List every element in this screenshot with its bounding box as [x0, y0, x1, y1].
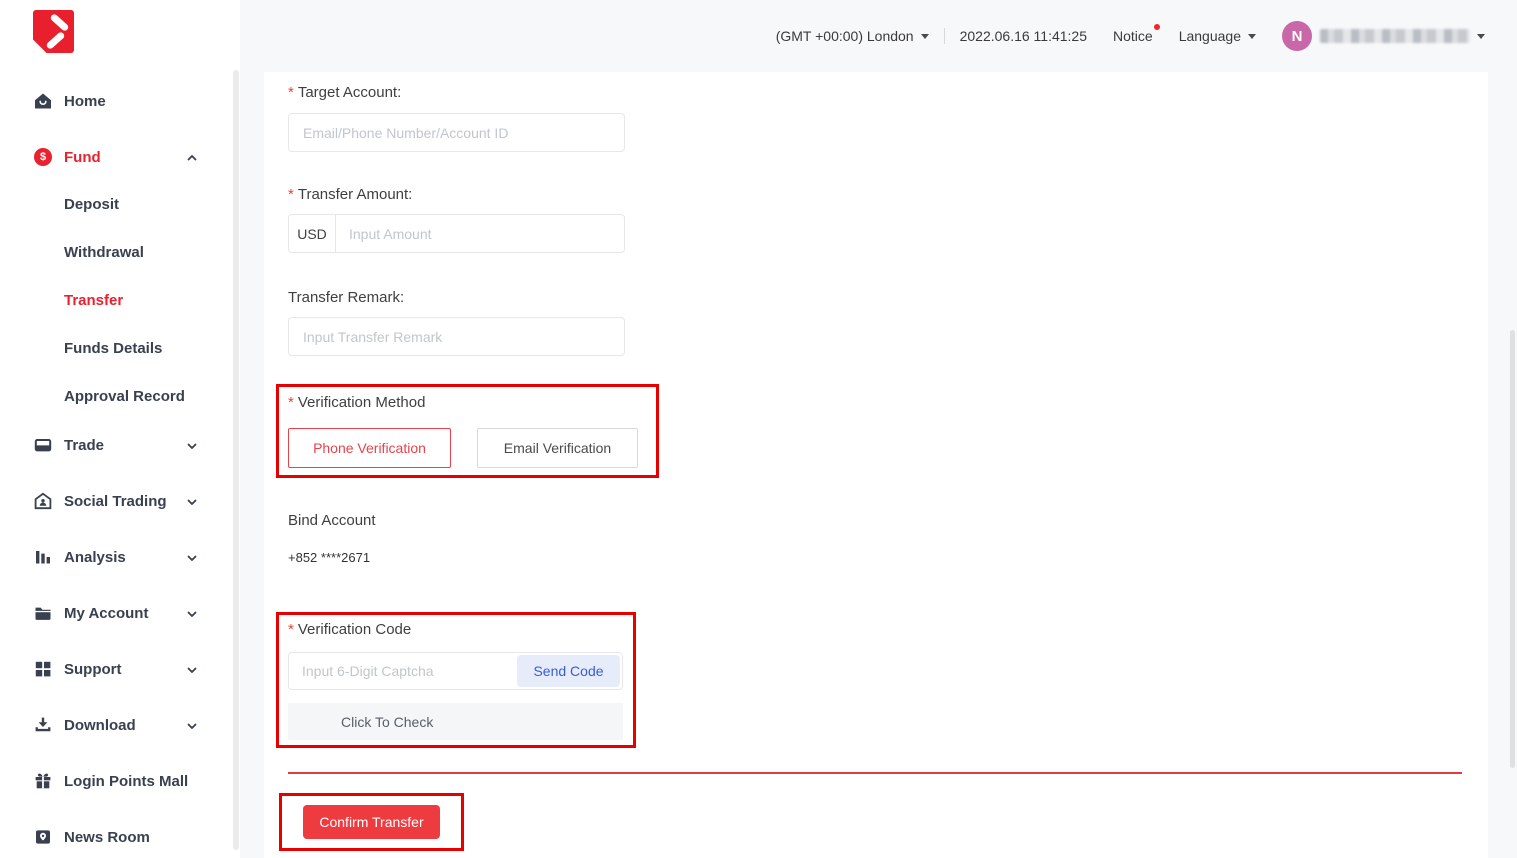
notice-badge [1154, 24, 1160, 30]
sidebar-item-label: Deposit [64, 196, 119, 213]
target-account-label: *Target Account: [288, 84, 401, 101]
captcha-check-button[interactable]: Click To Check [288, 703, 623, 740]
timezone-label: (GMT +00:00) London [776, 28, 914, 44]
transfer-remark-label: Transfer Remark: [288, 289, 404, 306]
sidebar-item-label: Fund [64, 149, 101, 166]
sidebar: Home $ Fund Deposit Withdrawal Transfer … [0, 0, 240, 858]
sidebar-item-home[interactable]: Home [34, 89, 240, 113]
topbar-divider [944, 28, 945, 44]
bind-account-value: +852 ****2671 [288, 550, 370, 565]
phone-verification-button[interactable]: Phone Verification [288, 428, 451, 468]
sidebar-item-transfer[interactable]: Transfer [64, 288, 240, 312]
verification-code-label: *Verification Code [288, 621, 411, 638]
logo-corner-cut [33, 38, 48, 53]
chevron-down-icon [186, 607, 198, 624]
page-scrollbar[interactable] [1510, 330, 1515, 768]
username-redacted [1320, 29, 1470, 43]
section-divider [288, 772, 1462, 774]
language-label: Language [1179, 28, 1241, 44]
transfer-amount-group: USD [288, 214, 625, 253]
sidebar-item-label: Analysis [64, 549, 126, 566]
sidebar-item-label: News Room [64, 829, 150, 846]
sidebar-scrollbar[interactable] [233, 70, 239, 850]
home-icon [34, 92, 52, 110]
sidebar-item-approval-record[interactable]: Approval Record [64, 384, 240, 408]
required-mark: * [288, 186, 294, 203]
sidebar-item-label: Approval Record [64, 388, 185, 405]
annotation-box-verification-code: *Verification Code Send Code Click To Ch… [276, 612, 636, 748]
topbar: (GMT +00:00) London 2022.06.16 11:41:25 … [240, 0, 1517, 72]
caret-down-icon[interactable] [1477, 34, 1485, 39]
verification-code-row: Send Code [288, 652, 623, 690]
logo-slash-icon [49, 13, 69, 32]
caret-down-icon [1248, 34, 1256, 39]
datetime-display: 2022.06.16 11:41:25 [960, 28, 1087, 44]
required-mark: * [288, 84, 294, 101]
sidebar-item-analysis[interactable]: Analysis [34, 545, 240, 569]
required-mark: * [288, 394, 294, 411]
sidebar-item-funds-details[interactable]: Funds Details [64, 336, 240, 360]
email-verification-button[interactable]: Email Verification [477, 428, 638, 468]
verification-method-label: *Verification Method [288, 394, 425, 411]
currency-prefix: USD [289, 215, 336, 252]
sidebar-item-download[interactable]: Download [34, 713, 240, 737]
sidebar-item-label: Login Points Mall [64, 773, 188, 790]
sidebar-item-label: Support [64, 661, 122, 678]
transfer-form-panel: *Target Account: *Transfer Amount: USD T… [264, 72, 1488, 858]
gift-icon [34, 772, 52, 790]
language-selector[interactable]: Language [1179, 28, 1256, 44]
captcha-check-label: Click To Check [341, 714, 433, 730]
chevron-down-icon [186, 495, 198, 512]
sidebar-item-withdrawal[interactable]: Withdrawal [64, 240, 240, 264]
sidebar-item-label: My Account [64, 605, 148, 622]
community-house-icon [34, 492, 52, 510]
grid-icon [34, 660, 52, 678]
bar-chart-icon [34, 548, 52, 566]
sidebar-item-label: Social Trading [64, 493, 167, 510]
caret-down-icon [921, 34, 929, 39]
dollar-circle-icon: $ [34, 148, 52, 166]
chevron-down-icon [186, 551, 198, 568]
sidebar-item-label: Download [64, 717, 136, 734]
sidebar-item-news-room[interactable]: News Room [34, 825, 240, 849]
timezone-selector[interactable]: (GMT +00:00) London [776, 28, 929, 44]
send-code-button[interactable]: Send Code [517, 655, 620, 687]
news-badge-icon [34, 828, 52, 846]
download-icon [34, 716, 52, 734]
confirm-transfer-button[interactable]: Confirm Transfer [303, 805, 440, 839]
chevron-up-icon [186, 151, 198, 168]
sidebar-item-trade[interactable]: Trade [34, 433, 240, 457]
transfer-remark-input[interactable] [288, 317, 625, 356]
sidebar-item-deposit[interactable]: Deposit [64, 192, 240, 216]
sidebar-item-my-account[interactable]: My Account [34, 601, 240, 625]
bind-account-label: Bind Account [288, 512, 376, 529]
annotation-box-confirm: Confirm Transfer [279, 793, 464, 851]
chevron-down-icon [186, 663, 198, 680]
target-account-input[interactable] [288, 113, 625, 152]
avatar[interactable]: N [1282, 21, 1312, 51]
sidebar-item-label: Home [64, 93, 106, 110]
sidebar-item-fund[interactable]: $ Fund [34, 145, 240, 169]
notice-label: Notice [1113, 28, 1153, 44]
card-icon [34, 436, 52, 454]
sidebar-item-label: Withdrawal [64, 244, 144, 261]
sidebar-item-support[interactable]: Support [34, 657, 240, 681]
sidebar-item-label: Transfer [64, 292, 123, 309]
brand-logo[interactable] [33, 10, 74, 53]
sidebar-item-label: Trade [64, 437, 104, 454]
sidebar-item-social-trading[interactable]: Social Trading [34, 489, 240, 513]
chevron-down-icon [186, 439, 198, 456]
folder-icon [34, 604, 52, 622]
annotation-box-verification-method: *Verification Method Phone Verification … [276, 384, 659, 478]
notice-link[interactable]: Notice [1113, 28, 1153, 44]
sidebar-item-label: Funds Details [64, 340, 162, 357]
required-mark: * [288, 621, 294, 638]
transfer-amount-label: *Transfer Amount: [288, 186, 412, 203]
logo-slash-icon [45, 31, 65, 50]
chevron-down-icon [186, 719, 198, 736]
sidebar-item-login-points-mall[interactable]: Login Points Mall [34, 769, 240, 793]
transfer-amount-input[interactable] [336, 215, 624, 252]
